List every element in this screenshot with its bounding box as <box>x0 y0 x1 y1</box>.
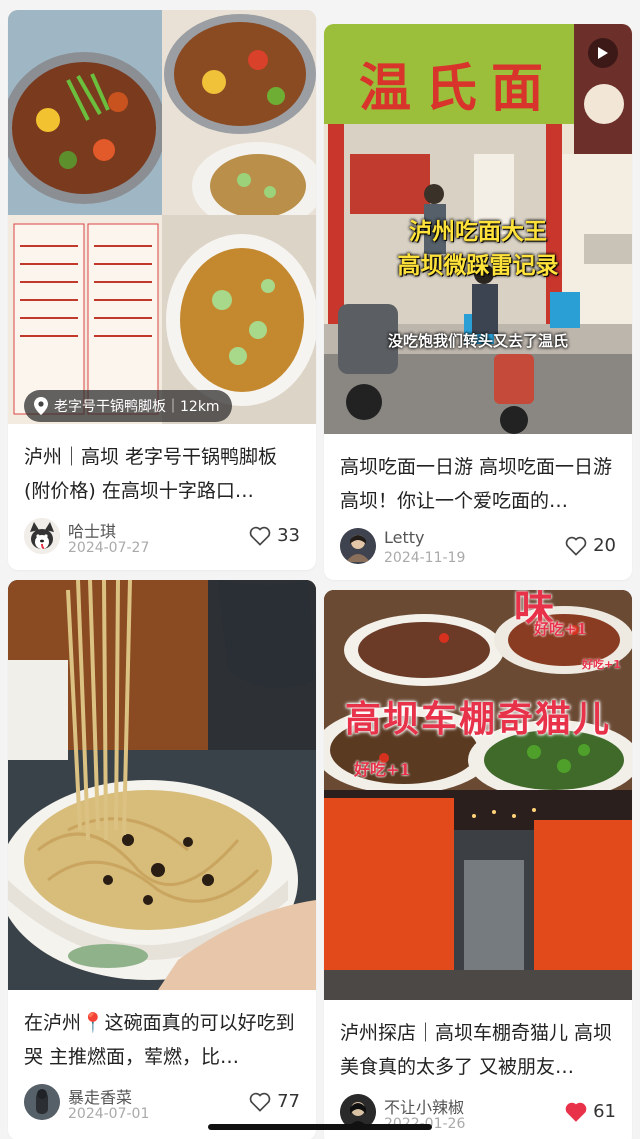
cover-image[interactable] <box>8 580 316 990</box>
heart-outline-icon <box>249 1092 271 1112</box>
note-title[interactable]: 在泸州📍这碗面真的可以好吃到哭 主推燃面，荤燃，比… <box>24 1006 300 1074</box>
note-title[interactable]: 泸州探店｜高坝车棚奇猫儿 高坝美食真的太多了 又被朋友… <box>340 1016 616 1084</box>
note-card[interactable]: 味 好吃+1 好吃+1 高坝车棚奇猫儿 好吃+1 泸州探店｜高坝车棚奇猫儿 高坝… <box>324 590 632 1139</box>
cover-caption-main: 泸州吃面大王 <box>409 219 547 245</box>
author-name[interactable]: 哈士琪 <box>68 518 116 542</box>
cover-title-text: 高坝车棚奇猫儿 <box>344 698 611 740</box>
feed: 老字号干锅鸭脚板｜12km 泸州｜高坝 老字号干锅鸭脚板(附价格) 在高坝十字路… <box>0 0 640 1139</box>
post-date: 2024-07-01 <box>68 1106 150 1122</box>
note-card[interactable]: 在泸州📍这碗面真的可以好吃到哭 主推燃面，荤燃，比… 暴走香菜 2024-07-… <box>8 580 316 1139</box>
like-button[interactable]: 61 <box>565 1101 616 1122</box>
author-name[interactable]: 不让小辣椒 <box>384 1094 464 1118</box>
heart-outline-icon <box>565 536 587 556</box>
author-name[interactable]: 暴走香菜 <box>68 1084 132 1108</box>
like-count: 77 <box>277 1091 300 1112</box>
video-badge <box>588 38 618 68</box>
like-count: 61 <box>593 1101 616 1122</box>
food-collage-graphic <box>8 10 316 424</box>
play-icon <box>598 47 608 59</box>
like-button[interactable]: 20 <box>565 535 616 556</box>
avatar[interactable] <box>340 528 376 564</box>
post-date: 2024-11-19 <box>384 550 466 566</box>
author-name[interactable]: Letty <box>384 528 425 547</box>
husky-avatar-graphic <box>24 518 60 554</box>
profile-photo-graphic <box>24 1084 60 1120</box>
like-count: 20 <box>593 535 616 556</box>
heart-filled-icon <box>565 1102 587 1122</box>
avatar[interactable] <box>24 518 60 554</box>
like-button[interactable]: 77 <box>249 1091 300 1112</box>
location-tag[interactable]: 老字号干锅鸭脚板｜12km <box>24 390 232 422</box>
good-tag-right: 好吃+1 <box>582 658 621 671</box>
good-tag-top: 好吃+1 <box>534 620 588 638</box>
cover-caption-small: 没吃饱我们转头又去了温氏 <box>387 332 568 350</box>
location-pin-icon <box>34 397 48 415</box>
shop-sign-text: 温氏面 <box>358 58 557 119</box>
note-card[interactable]: 温氏面 泸州吃面大王 高坝微踩雷记录 没吃饱我们转头又去了温氏 高坝吃面一日游 … <box>324 24 632 580</box>
noodle-bowl-graphic <box>8 580 316 990</box>
location-text: 老字号干锅鸭脚板｜12km <box>54 399 220 415</box>
note-title[interactable]: 高坝吃面一日游 高坝吃面一日游 高坝！你让一个爱吃面的… <box>340 450 616 518</box>
cover-image[interactable]: 温氏面 泸州吃面大王 高坝微踩雷记录 没吃饱我们转头又去了温氏 <box>324 24 632 434</box>
profile-photo-graphic <box>340 528 376 564</box>
post-date: 2024-07-27 <box>68 540 150 556</box>
like-count: 33 <box>277 525 300 546</box>
note-title[interactable]: 泸州｜高坝 老字号干锅鸭脚板(附价格) 在高坝十字路口… <box>24 440 300 508</box>
cover-image[interactable]: 味 好吃+1 好吃+1 高坝车棚奇猫儿 好吃+1 <box>324 590 632 1000</box>
avatar[interactable] <box>24 1084 60 1120</box>
good-tag-left: 好吃+1 <box>354 760 411 779</box>
restaurant-food-graphic <box>324 590 632 1000</box>
home-indicator[interactable] <box>208 1124 432 1130</box>
cover-caption-sub: 高坝微踩雷记录 <box>397 253 559 279</box>
like-button[interactable]: 33 <box>249 525 300 546</box>
note-card[interactable]: 老字号干锅鸭脚板｜12km 泸州｜高坝 老字号干锅鸭脚板(附价格) 在高坝十字路… <box>8 10 316 570</box>
cover-image[interactable]: 老字号干锅鸭脚板｜12km <box>8 10 316 424</box>
heart-outline-icon <box>249 526 271 546</box>
